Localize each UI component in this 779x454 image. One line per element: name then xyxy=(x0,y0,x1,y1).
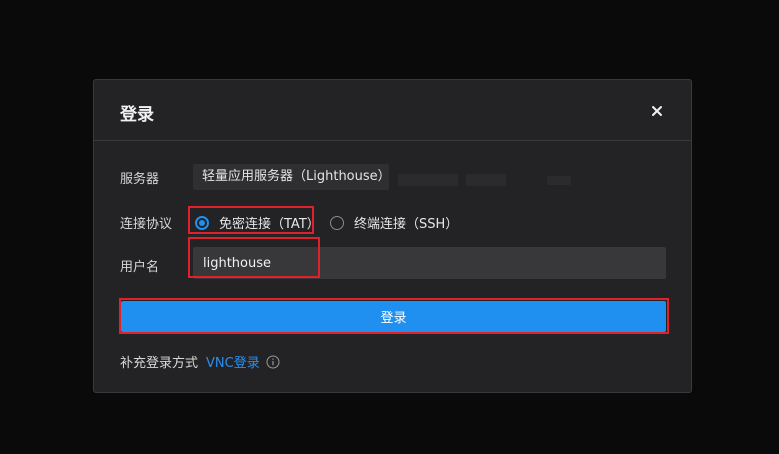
radio-tat-label: 免密连接（TAT） xyxy=(219,217,320,232)
dialog-title: 登录 xyxy=(120,105,154,125)
dialog-header: 登录 xyxy=(94,80,691,141)
redacted-region xyxy=(547,176,571,185)
login-dialog: 登录 服务器 轻量应用服务器（Lighthouse） 连接协议 免密连接（TAT… xyxy=(93,79,692,393)
radio-unchecked-icon xyxy=(330,215,344,230)
radio-ssh[interactable]: 终端连接（SSH） xyxy=(330,213,458,232)
username-label: 用户名 xyxy=(120,260,160,275)
radio-tat[interactable]: 免密连接（TAT） xyxy=(195,213,320,232)
close-icon[interactable] xyxy=(649,103,665,119)
radio-ssh-label: 终端连接（SSH） xyxy=(354,217,459,232)
username-input[interactable] xyxy=(193,247,666,279)
vnc-login-link[interactable]: VNC登录 xyxy=(206,352,260,371)
page-background: 登录 服务器 轻量应用服务器（Lighthouse） 连接协议 免密连接（TAT… xyxy=(0,0,779,454)
info-icon[interactable] xyxy=(266,355,280,369)
radio-checked-icon xyxy=(195,215,209,230)
protocol-label: 连接协议 xyxy=(120,217,173,232)
alt-login-row: 补充登录方式 VNC登录 xyxy=(120,352,280,371)
redacted-region xyxy=(466,174,506,186)
login-button[interactable]: 登录 xyxy=(121,301,666,332)
alt-login-text: 补充登录方式 xyxy=(120,356,199,371)
redacted-region xyxy=(398,174,458,186)
server-label: 服务器 xyxy=(120,172,160,187)
server-value: 轻量应用服务器（Lighthouse） xyxy=(193,164,391,190)
